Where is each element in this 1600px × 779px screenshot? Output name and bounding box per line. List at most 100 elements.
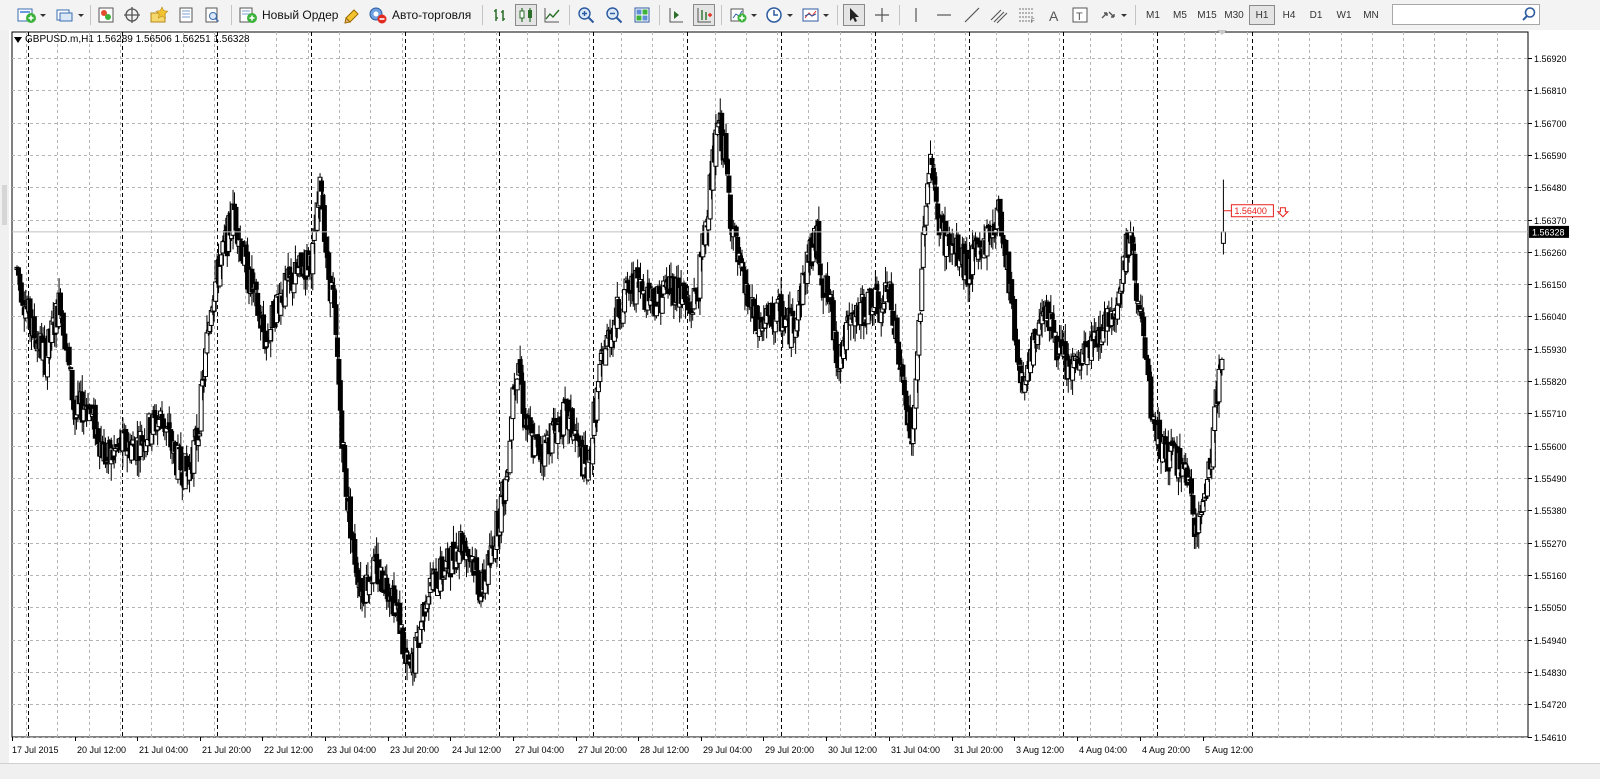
candle-body [1135, 300, 1141, 305]
text-label-button[interactable]: T [1069, 4, 1091, 26]
fibonacci-icon: F [1019, 8, 1035, 24]
search-icon[interactable] [1521, 6, 1537, 22]
search-input[interactable] [1392, 4, 1540, 25]
strategy-tester-button[interactable] [201, 4, 223, 26]
candle-body [1220, 231, 1226, 244]
candle-body [603, 348, 609, 366]
candle-body [896, 341, 902, 365]
periods-button[interactable] [763, 4, 795, 26]
candle-body [923, 205, 929, 226]
text-button[interactable]: A [1043, 4, 1065, 26]
candle-body [912, 404, 918, 430]
time-axis-label: 4 Aug 20:00 [1142, 745, 1190, 755]
candlestick-chart-button[interactable] [515, 4, 537, 26]
clock-icon [766, 7, 793, 23]
auto-scroll-button[interactable] [693, 4, 715, 26]
price-axis-label: 1.56480 [1534, 183, 1567, 193]
status-bar [0, 763, 1600, 779]
market-watch-button[interactable] [95, 4, 117, 26]
auto-trading-button[interactable]: Авто-торговля [368, 4, 474, 26]
candle-body [204, 332, 210, 354]
bar-chart-button[interactable] [489, 4, 511, 26]
candle-body [919, 268, 925, 312]
trendline-icon [964, 7, 980, 23]
time-axis-label: 23 Jul 04:00 [327, 745, 376, 755]
terminal-icon [179, 7, 193, 23]
crosshair-button[interactable] [871, 4, 893, 26]
timeframe-h1-button[interactable]: H1 [1249, 5, 1275, 25]
timeframe-h4-button[interactable]: H4 [1276, 5, 1302, 25]
chart-header: GBPUSD.m,H1 1.56289 1.56506 1.56251 1.56… [14, 34, 250, 45]
timeframe-d1-button[interactable]: D1 [1303, 5, 1329, 25]
arrows-button[interactable] [1097, 4, 1129, 26]
candle-body [1115, 304, 1121, 320]
time-axis-label: 21 Jul 20:00 [202, 745, 251, 755]
timeframe-mn-button[interactable]: MN [1358, 5, 1384, 25]
line-chart-button[interactable] [541, 4, 563, 26]
timeframe-w1-button[interactable]: W1 [1331, 5, 1357, 25]
candle-body [1012, 299, 1018, 341]
metaeditor-button[interactable] [342, 4, 364, 26]
new-order-button[interactable]: Новый Ордер [238, 4, 340, 26]
time-axis-label: 21 Jul 04:00 [139, 745, 188, 755]
dropdown-triangle-icon[interactable] [14, 36, 22, 43]
time-axis-label: 31 Jul 20:00 [954, 745, 1003, 755]
candle-body [1190, 495, 1196, 515]
data-window-button[interactable] [121, 4, 143, 26]
time-axis-label: 3 Aug 12:00 [1016, 745, 1064, 755]
equidistant-channel-button[interactable] [987, 4, 1011, 26]
price-axis-label: 1.56920 [1534, 54, 1567, 64]
price-axis-label: 1.56150 [1534, 280, 1567, 290]
timeframe-m30-button[interactable]: M30 [1221, 5, 1247, 25]
price-axis-label: 1.55820 [1534, 377, 1567, 387]
chart-shift-button[interactable] [665, 4, 687, 26]
cursor-button[interactable] [843, 4, 865, 26]
vertical-line-button[interactable] [905, 4, 927, 26]
channel-icon [990, 9, 1008, 24]
text-label-icon: T [1072, 7, 1088, 23]
timeframe-m5-button[interactable]: M5 [1167, 5, 1193, 25]
svg-text:T: T [1076, 11, 1083, 23]
crosshair-icon [875, 8, 889, 22]
new-chart-button[interactable] [14, 4, 48, 26]
terminal-button[interactable] [175, 4, 197, 26]
price-axis-label: 1.54720 [1534, 700, 1567, 710]
chart-window[interactable]: 1.56920 1.56810 1.56700 1.56590 1.56480 1.563… [9, 30, 1600, 763]
candle-body [726, 175, 732, 193]
price-axis-label: 1.55050 [1534, 603, 1567, 613]
timeframe-m1-button[interactable]: M1 [1140, 5, 1166, 25]
candle-body [291, 283, 297, 294]
fibonacci-button[interactable]: F [1015, 4, 1039, 26]
time-axis-label: 29 Jul 20:00 [765, 745, 814, 755]
candle-body [129, 444, 135, 461]
chart-shift-icon [669, 8, 683, 23]
templates-button[interactable] [799, 4, 831, 26]
price-axis-label: 1.54940 [1534, 636, 1567, 646]
candle-body [690, 312, 696, 315]
tile-windows-icon [634, 7, 650, 23]
timeframe-m15-button[interactable]: M15 [1194, 5, 1220, 25]
magnifier-document-icon [205, 7, 220, 23]
indicators-button[interactable] [727, 4, 759, 26]
main-toolbar: Новый Ордер Авто-торговля F A T M1 M5 M1… [0, 0, 1600, 31]
trendline-button[interactable] [961, 4, 983, 26]
templates-icon [802, 8, 829, 22]
zoom-in-button[interactable] [575, 4, 597, 26]
price-axis-label: 1.56590 [1534, 151, 1567, 161]
zoom-out-button[interactable] [603, 4, 625, 26]
price-axis-label: 1.56370 [1534, 216, 1567, 226]
crosshair-target-icon [124, 7, 140, 23]
candle-body [159, 414, 165, 419]
line-chart-icon [544, 8, 560, 23]
profiles-button[interactable] [52, 4, 86, 26]
horizontal-line-button[interactable] [933, 4, 955, 26]
navigator-button[interactable] [147, 4, 171, 26]
candle-body [508, 416, 514, 441]
symbol-info: GBPUSD.m,H1 1.56289 1.56506 1.56251 1.56… [25, 34, 250, 45]
price-axis-label: 1.55380 [1534, 506, 1567, 516]
price-chart[interactable]: 1.56920 1.56810 1.56700 1.56590 1.56480 1.563… [9, 30, 1600, 763]
indicators-icon [730, 8, 757, 23]
left-scroll-strip [0, 30, 9, 763]
scrollbar-thumb[interactable] [2, 185, 7, 225]
tile-windows-button[interactable] [631, 4, 653, 26]
